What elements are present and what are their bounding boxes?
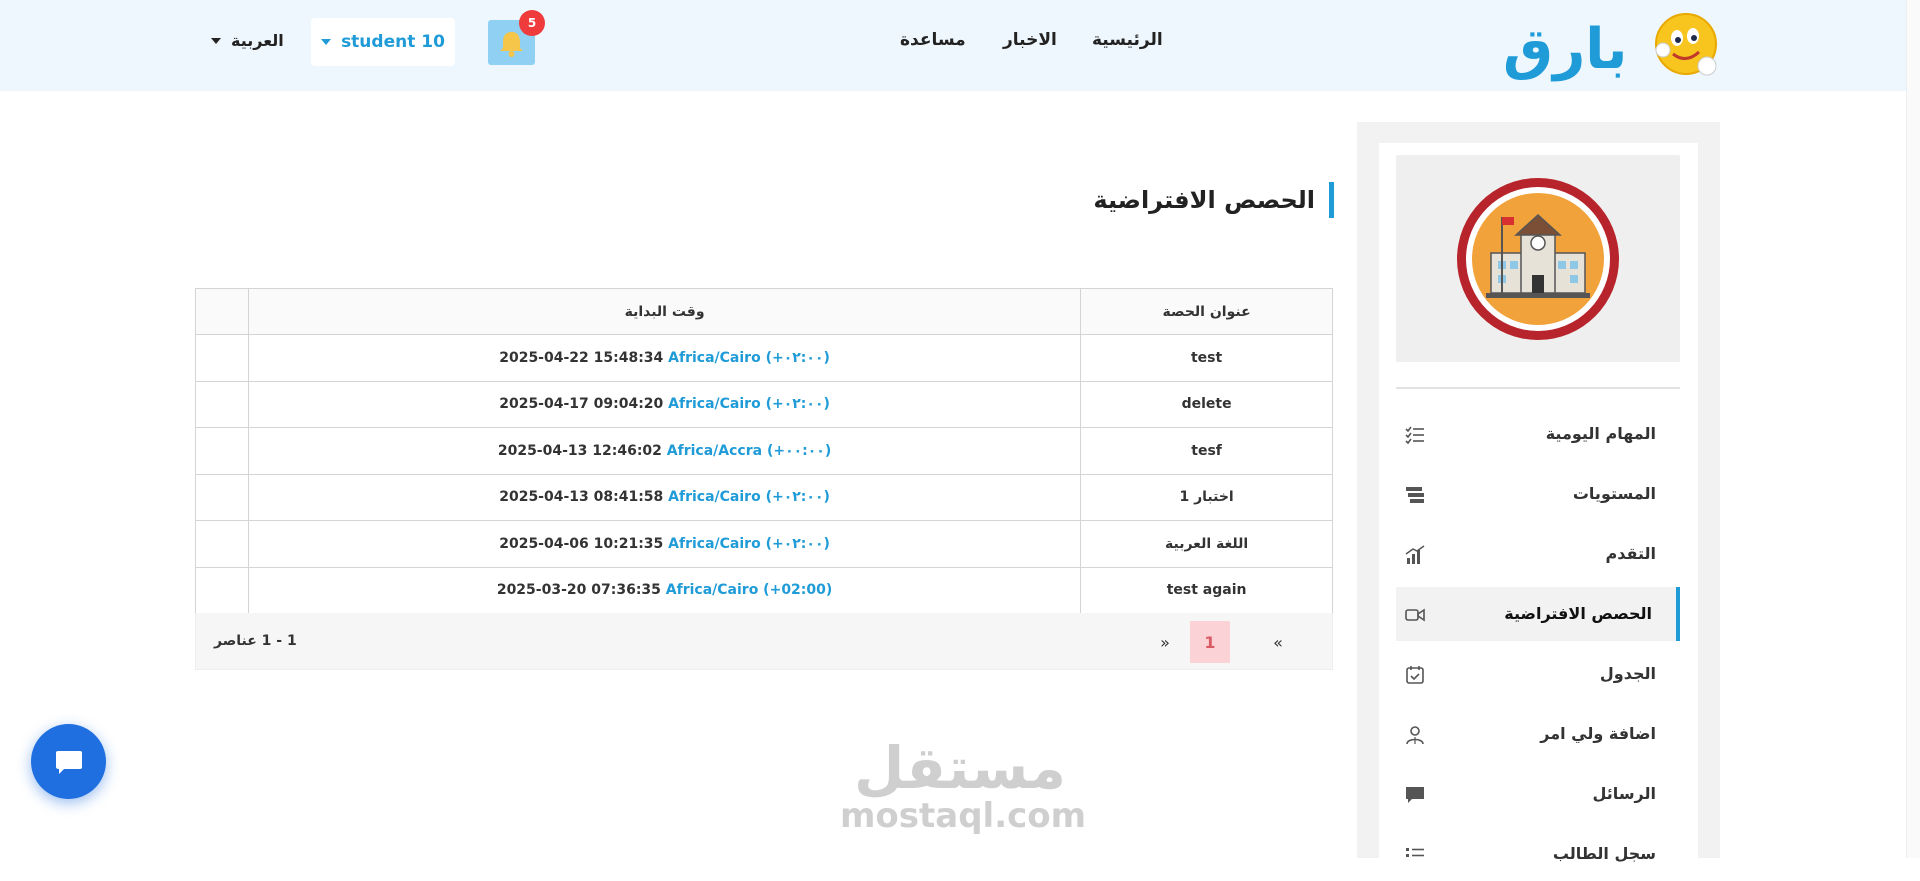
table-header-title: عنوان الحصة xyxy=(1080,288,1333,335)
table-header-actions xyxy=(195,288,249,335)
pagination-info: 1 - 1 عناصر xyxy=(214,633,297,649)
sidebar-item-progress[interactable]: التقدم xyxy=(1396,527,1680,581)
row-actions-cell xyxy=(195,473,249,521)
row-title-cell: tesf xyxy=(1080,427,1333,475)
sidebar-item-label: اضافة ولي امر xyxy=(1540,724,1656,743)
row-timezone[interactable]: Africa/Cairo (+٠٢:٠٠) xyxy=(668,350,830,366)
sidebar-item-schedule[interactable]: الجدول xyxy=(1396,647,1680,701)
row-datetime: 2025-04-17 09:04:20 xyxy=(499,396,664,413)
table-header-row: وقت البداية عنوان الحصة xyxy=(195,288,1333,335)
row-title-cell: اللغة العربية xyxy=(1080,520,1333,568)
progress-chart-icon xyxy=(1405,545,1425,564)
table-row[interactable]: 2025-04-06 10:21:35 Africa/Cairo (+٠٢:٠٠… xyxy=(195,520,1333,568)
row-start-time-cell: 2025-04-13 12:46:02 Africa/Accra (+٠٠:٠٠… xyxy=(247,427,1082,475)
row-timezone[interactable]: Africa/Cairo (+٠٢:٠٠) xyxy=(668,536,830,552)
logo-text: بارق xyxy=(1503,17,1627,82)
table-row[interactable]: 2025-04-13 08:41:58 Africa/Cairo (+٠٢:٠٠… xyxy=(195,473,1333,521)
sidebar-item-label: التقدم xyxy=(1605,544,1656,563)
sidebar-item-label: الجدول xyxy=(1599,664,1656,683)
chevron-down-icon xyxy=(211,37,221,44)
checklist-icon xyxy=(1405,426,1424,445)
sidebar-item-label: المهام اليومية xyxy=(1545,424,1656,443)
table-row[interactable]: 2025-04-17 09:04:20 Africa/Cairo (+٠٢:٠٠… xyxy=(195,380,1333,428)
row-timezone[interactable]: Africa/Cairo (+٠٢:٠٠) xyxy=(668,489,830,505)
list-icon xyxy=(1406,848,1424,857)
sidebar-item-student-record[interactable]: سجل الطالب xyxy=(1396,827,1680,881)
calendar-check-icon xyxy=(1406,666,1424,684)
row-start-time-cell: 2025-04-13 08:41:58 Africa/Cairo (+٠٢:٠٠… xyxy=(247,473,1082,521)
sidebar-item-levels[interactable]: المستويات xyxy=(1396,467,1680,521)
sidebar-item-daily-tasks[interactable]: المهام اليومية xyxy=(1396,407,1680,461)
guardian-icon xyxy=(1406,726,1424,745)
message-icon xyxy=(1406,787,1424,803)
row-start-time-cell: 2025-03-20 07:36:35 Africa/Cairo (+02:00… xyxy=(247,566,1082,614)
row-title-cell: test xyxy=(1080,334,1333,382)
sidebar-item-virtual-classes[interactable]: الحصص الافتراضية xyxy=(1396,587,1680,641)
page-title: الحصص الافتراضية xyxy=(1093,182,1334,218)
row-title-cell: اختبار 1 xyxy=(1080,473,1333,521)
sidebar-item-label: سجل الطالب xyxy=(1552,844,1656,863)
row-timezone[interactable]: Africa/Accra (+٠٠:٠٠) xyxy=(667,443,831,459)
nav-help[interactable]: مساعدة xyxy=(900,30,966,50)
table-row[interactable]: 2025-04-13 12:46:02 Africa/Accra (+٠٠:٠٠… xyxy=(195,427,1333,475)
user-name: student 10 xyxy=(341,32,445,52)
table-row[interactable]: 2025-03-20 07:36:35 Africa/Cairo (+02:00… xyxy=(195,566,1333,614)
row-datetime: 2025-04-13 12:46:02 xyxy=(497,442,662,459)
sidebar-item-label: الرسائل xyxy=(1592,784,1656,803)
watermark: مستقل mostaql.com xyxy=(840,734,1087,836)
watermark-arabic: مستقل xyxy=(853,734,1067,802)
page-scrollbar[interactable] xyxy=(1906,0,1920,858)
table-header-start-time: وقت البداية xyxy=(247,288,1082,335)
row-title-cell: delete xyxy=(1080,380,1333,428)
site-logo[interactable]: بارق xyxy=(1503,6,1723,86)
pagination-page-1[interactable]: 1 xyxy=(1190,621,1230,663)
chat-icon xyxy=(55,750,82,774)
row-title-cell: test again xyxy=(1080,566,1333,614)
levels-icon xyxy=(1406,487,1424,503)
pagination-next-button[interactable]: » xyxy=(1145,621,1185,663)
language-dropdown[interactable]: العربية xyxy=(211,31,284,50)
notification-count-badge: 5 xyxy=(519,10,545,36)
row-datetime: 2025-03-20 07:36:35 xyxy=(496,582,661,599)
row-datetime: 2025-04-06 10:21:35 xyxy=(499,535,664,552)
sidebar-item-messages[interactable]: الرسائل xyxy=(1396,767,1680,821)
row-actions-cell xyxy=(195,380,249,428)
nav-news[interactable]: الاخبار xyxy=(1003,30,1057,50)
row-datetime: 2025-04-13 08:41:58 xyxy=(499,489,664,506)
row-datetime: 2025-04-22 15:48:34 xyxy=(499,349,664,366)
chevron-down-icon xyxy=(321,39,332,45)
row-actions-cell xyxy=(195,334,249,382)
row-actions-cell xyxy=(195,520,249,568)
row-start-time-cell: 2025-04-06 10:21:35 Africa/Cairo (+٠٢:٠٠… xyxy=(247,520,1082,568)
pagination-prev-button[interactable]: « xyxy=(1258,621,1298,663)
row-actions-cell xyxy=(195,566,249,614)
row-actions-cell xyxy=(195,427,249,475)
language-label: العربية xyxy=(231,31,284,50)
nav-home[interactable]: الرئيسية xyxy=(1092,30,1163,50)
row-start-time-cell: 2025-04-22 15:48:34 Africa/Cairo (+٠٢:٠٠… xyxy=(247,334,1082,382)
sidebar-item-label: المستويات xyxy=(1572,484,1656,503)
video-camera-icon xyxy=(1405,608,1425,622)
page-title-wrap: الحصص الافتراضية xyxy=(1000,182,1334,218)
row-start-time-cell: 2025-04-17 09:04:20 Africa/Cairo (+٠٢:٠٠… xyxy=(247,380,1082,428)
chat-launcher-button[interactable] xyxy=(31,724,106,799)
virtual-classes-table: وقت البداية عنوان الحصة 2025-04-22 15:48… xyxy=(195,288,1333,614)
row-timezone[interactable]: Africa/Cairo (+٠٢:٠٠) xyxy=(668,396,830,412)
watermark-latin: mostaql.com xyxy=(840,796,1087,836)
sidebar-divider xyxy=(1396,387,1680,389)
table-row[interactable]: 2025-04-22 15:48:34 Africa/Cairo (+٠٢:٠٠… xyxy=(195,334,1333,382)
user-menu-dropdown[interactable]: student 10 xyxy=(311,18,455,66)
pagination-bar: 1 - 1 عناصر » 1 « xyxy=(195,613,1333,670)
sidebar-item-add-guardian[interactable]: اضافة ولي امر xyxy=(1396,707,1680,761)
sidebar-item-label: الحصص الافتراضية xyxy=(1504,604,1652,623)
school-avatar xyxy=(1396,155,1680,362)
row-timezone[interactable]: Africa/Cairo (+02:00) xyxy=(666,582,833,598)
school-icon xyxy=(1457,178,1619,340)
